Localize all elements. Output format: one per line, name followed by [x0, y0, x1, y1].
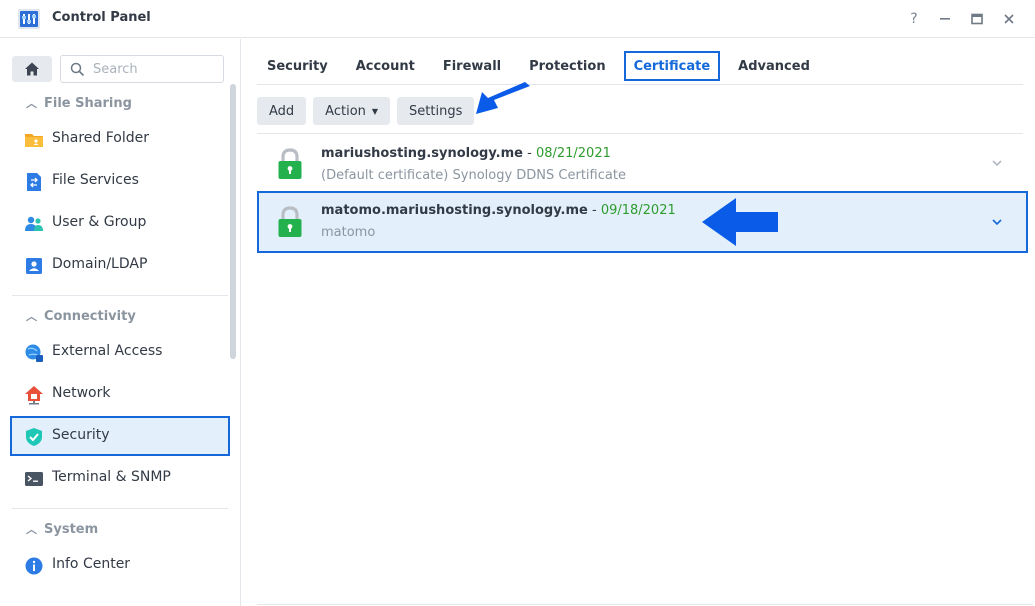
close-button[interactable] — [999, 9, 1019, 29]
info-icon — [25, 557, 43, 575]
user-group-icon — [25, 216, 43, 231]
control-panel-icon — [18, 9, 40, 29]
tab-bar: Security Account Firewall Protection Cer… — [257, 51, 828, 85]
separator: - — [591, 203, 597, 218]
section-connectivity[interactable]: ︿ Connectivity — [26, 308, 136, 324]
help-button[interactable]: ? — [904, 9, 924, 29]
tab-firewall[interactable]: Firewall — [433, 51, 511, 81]
folder-icon — [25, 134, 43, 147]
list-bottom-divider — [257, 604, 1033, 605]
tab-underline — [257, 84, 1023, 85]
tab-account[interactable]: Account — [346, 51, 425, 81]
maximize-button[interactable] — [967, 9, 987, 29]
sidebar-item-file-services[interactable]: File Services — [10, 161, 230, 201]
sidebar: ︿File Sharing Shared Folder File Service… — [0, 39, 241, 606]
section-file-sharing[interactable]: ︿ File Sharing — [26, 95, 132, 111]
chevron-down-icon[interactable] — [990, 156, 1004, 170]
sidebar-scrollbar[interactable] — [230, 84, 236, 359]
sidebar-item-external-access[interactable]: External Access — [10, 332, 230, 372]
main-panel: Security Account Firewall Protection Cer… — [242, 39, 1035, 606]
chevron-up-icon: ︿ — [26, 97, 37, 110]
settings-button[interactable]: Settings — [397, 97, 475, 125]
tab-advanced[interactable]: Advanced — [728, 51, 820, 81]
arrow-icon — [476, 82, 530, 114]
file-services-icon — [27, 173, 41, 191]
sidebar-item-domain-ldap[interactable]: Domain/LDAP — [10, 245, 230, 285]
add-button[interactable]: Add — [257, 97, 307, 125]
search-icon — [70, 62, 85, 77]
sidebar-item-network[interactable]: Network — [10, 374, 230, 414]
window-title: Control Panel — [52, 10, 151, 25]
sidebar-item-user-group[interactable]: User & Group — [10, 203, 230, 243]
minimize-icon — [940, 18, 950, 20]
chevron-up-icon: ︿ — [26, 523, 37, 536]
certificate-description: (Default certificate) Synology DDNS Cert… — [321, 168, 626, 183]
caret-down-icon: ▼ — [371, 106, 379, 116]
search-input[interactable] — [93, 60, 218, 78]
certificate-description: matomo — [321, 225, 376, 240]
tab-certificate[interactable]: Certificate — [623, 51, 721, 81]
section-system[interactable]: ︿ System — [26, 521, 98, 537]
certificate-expiry: 09/18/2021 — [600, 203, 676, 218]
action-button[interactable]: Action ▼ — [313, 97, 391, 125]
minimize-button[interactable] — [935, 9, 955, 29]
search-field[interactable] — [60, 55, 224, 83]
certificate-domain: matomo.mariushosting.synology.me — [321, 203, 588, 218]
maximize-icon — [971, 13, 983, 25]
network-icon — [25, 386, 43, 405]
certificate-domain: mariushosting.synology.me — [321, 146, 523, 161]
certificate-title: mariushosting.synology.me - 08/21/2021 — [321, 146, 611, 161]
home-icon — [25, 62, 39, 76]
sidebar-item-info-center[interactable]: Info Center — [10, 545, 230, 585]
close-icon — [1004, 14, 1014, 24]
sidebar-item-terminal-snmp[interactable]: Terminal & SNMP — [10, 458, 230, 498]
sidebar-item-security[interactable]: Security — [10, 416, 230, 456]
arrow-icon — [702, 198, 778, 246]
home-button[interactable] — [12, 56, 52, 82]
certificate-row[interactable]: mariushosting.synology.me - 08/21/2021 (… — [257, 134, 1028, 194]
sidebar-item-shared-folder[interactable]: Shared Folder — [10, 119, 230, 159]
separator: - — [527, 146, 532, 161]
external-access-icon — [25, 344, 43, 362]
certificate-title: matomo.mariushosting.synology.me - 09/18… — [321, 203, 676, 218]
shield-icon — [26, 428, 42, 446]
chevron-up-icon: ︿ — [26, 310, 37, 323]
lock-icon — [278, 148, 302, 179]
title-bar: Control Panel ? — [0, 0, 1035, 38]
sidebar-divider — [12, 508, 228, 509]
chevron-down-icon[interactable] — [990, 215, 1004, 229]
tab-protection[interactable]: Protection — [519, 51, 615, 81]
sidebar-divider — [12, 295, 228, 296]
certificate-expiry: 08/21/2021 — [535, 146, 611, 161]
tab-security[interactable]: Security — [257, 51, 338, 81]
domain-icon — [26, 258, 42, 274]
certificate-row[interactable]: matomo.mariushosting.synology.me - 09/18… — [257, 191, 1028, 253]
toolbar: Add Action ▼ Settings — [257, 97, 481, 125]
lock-icon — [278, 206, 302, 237]
terminal-icon — [25, 472, 43, 486]
